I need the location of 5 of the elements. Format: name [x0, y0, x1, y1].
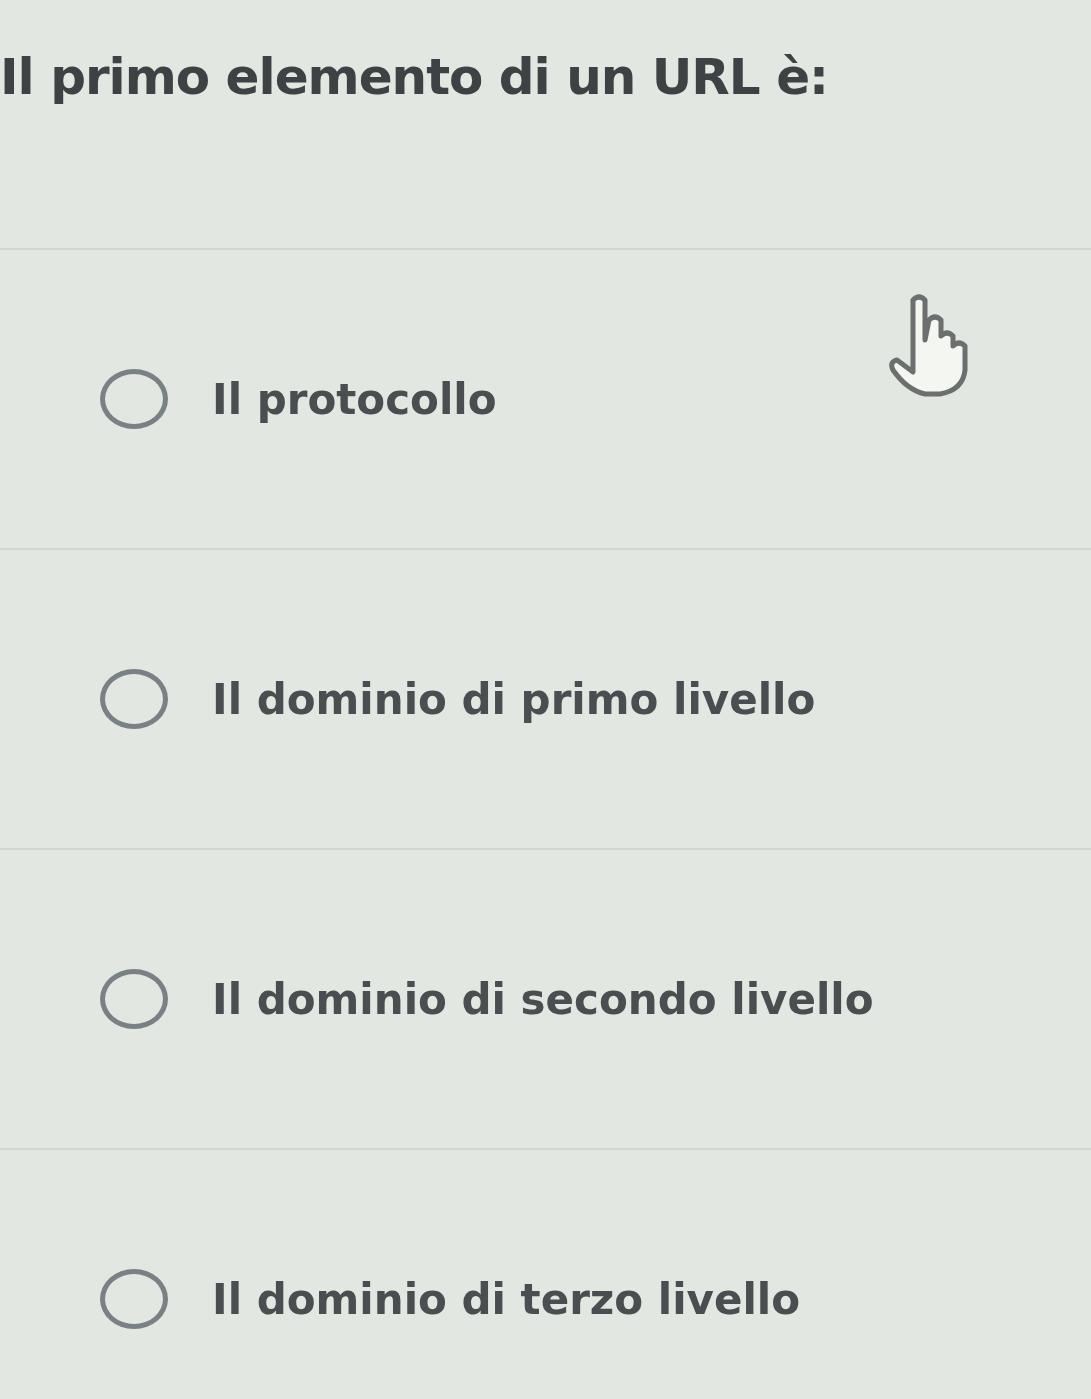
answer-option[interactable]: Il dominio di primo livello	[100, 669, 816, 729]
answer-option[interactable]: Il protocollo	[100, 369, 497, 429]
question-text: Il primo elemento di un URL è:	[0, 48, 830, 106]
answer-option[interactable]: Il dominio di terzo livello	[100, 1269, 801, 1329]
answer-option[interactable]: Il dominio di secondo livello	[100, 969, 874, 1029]
